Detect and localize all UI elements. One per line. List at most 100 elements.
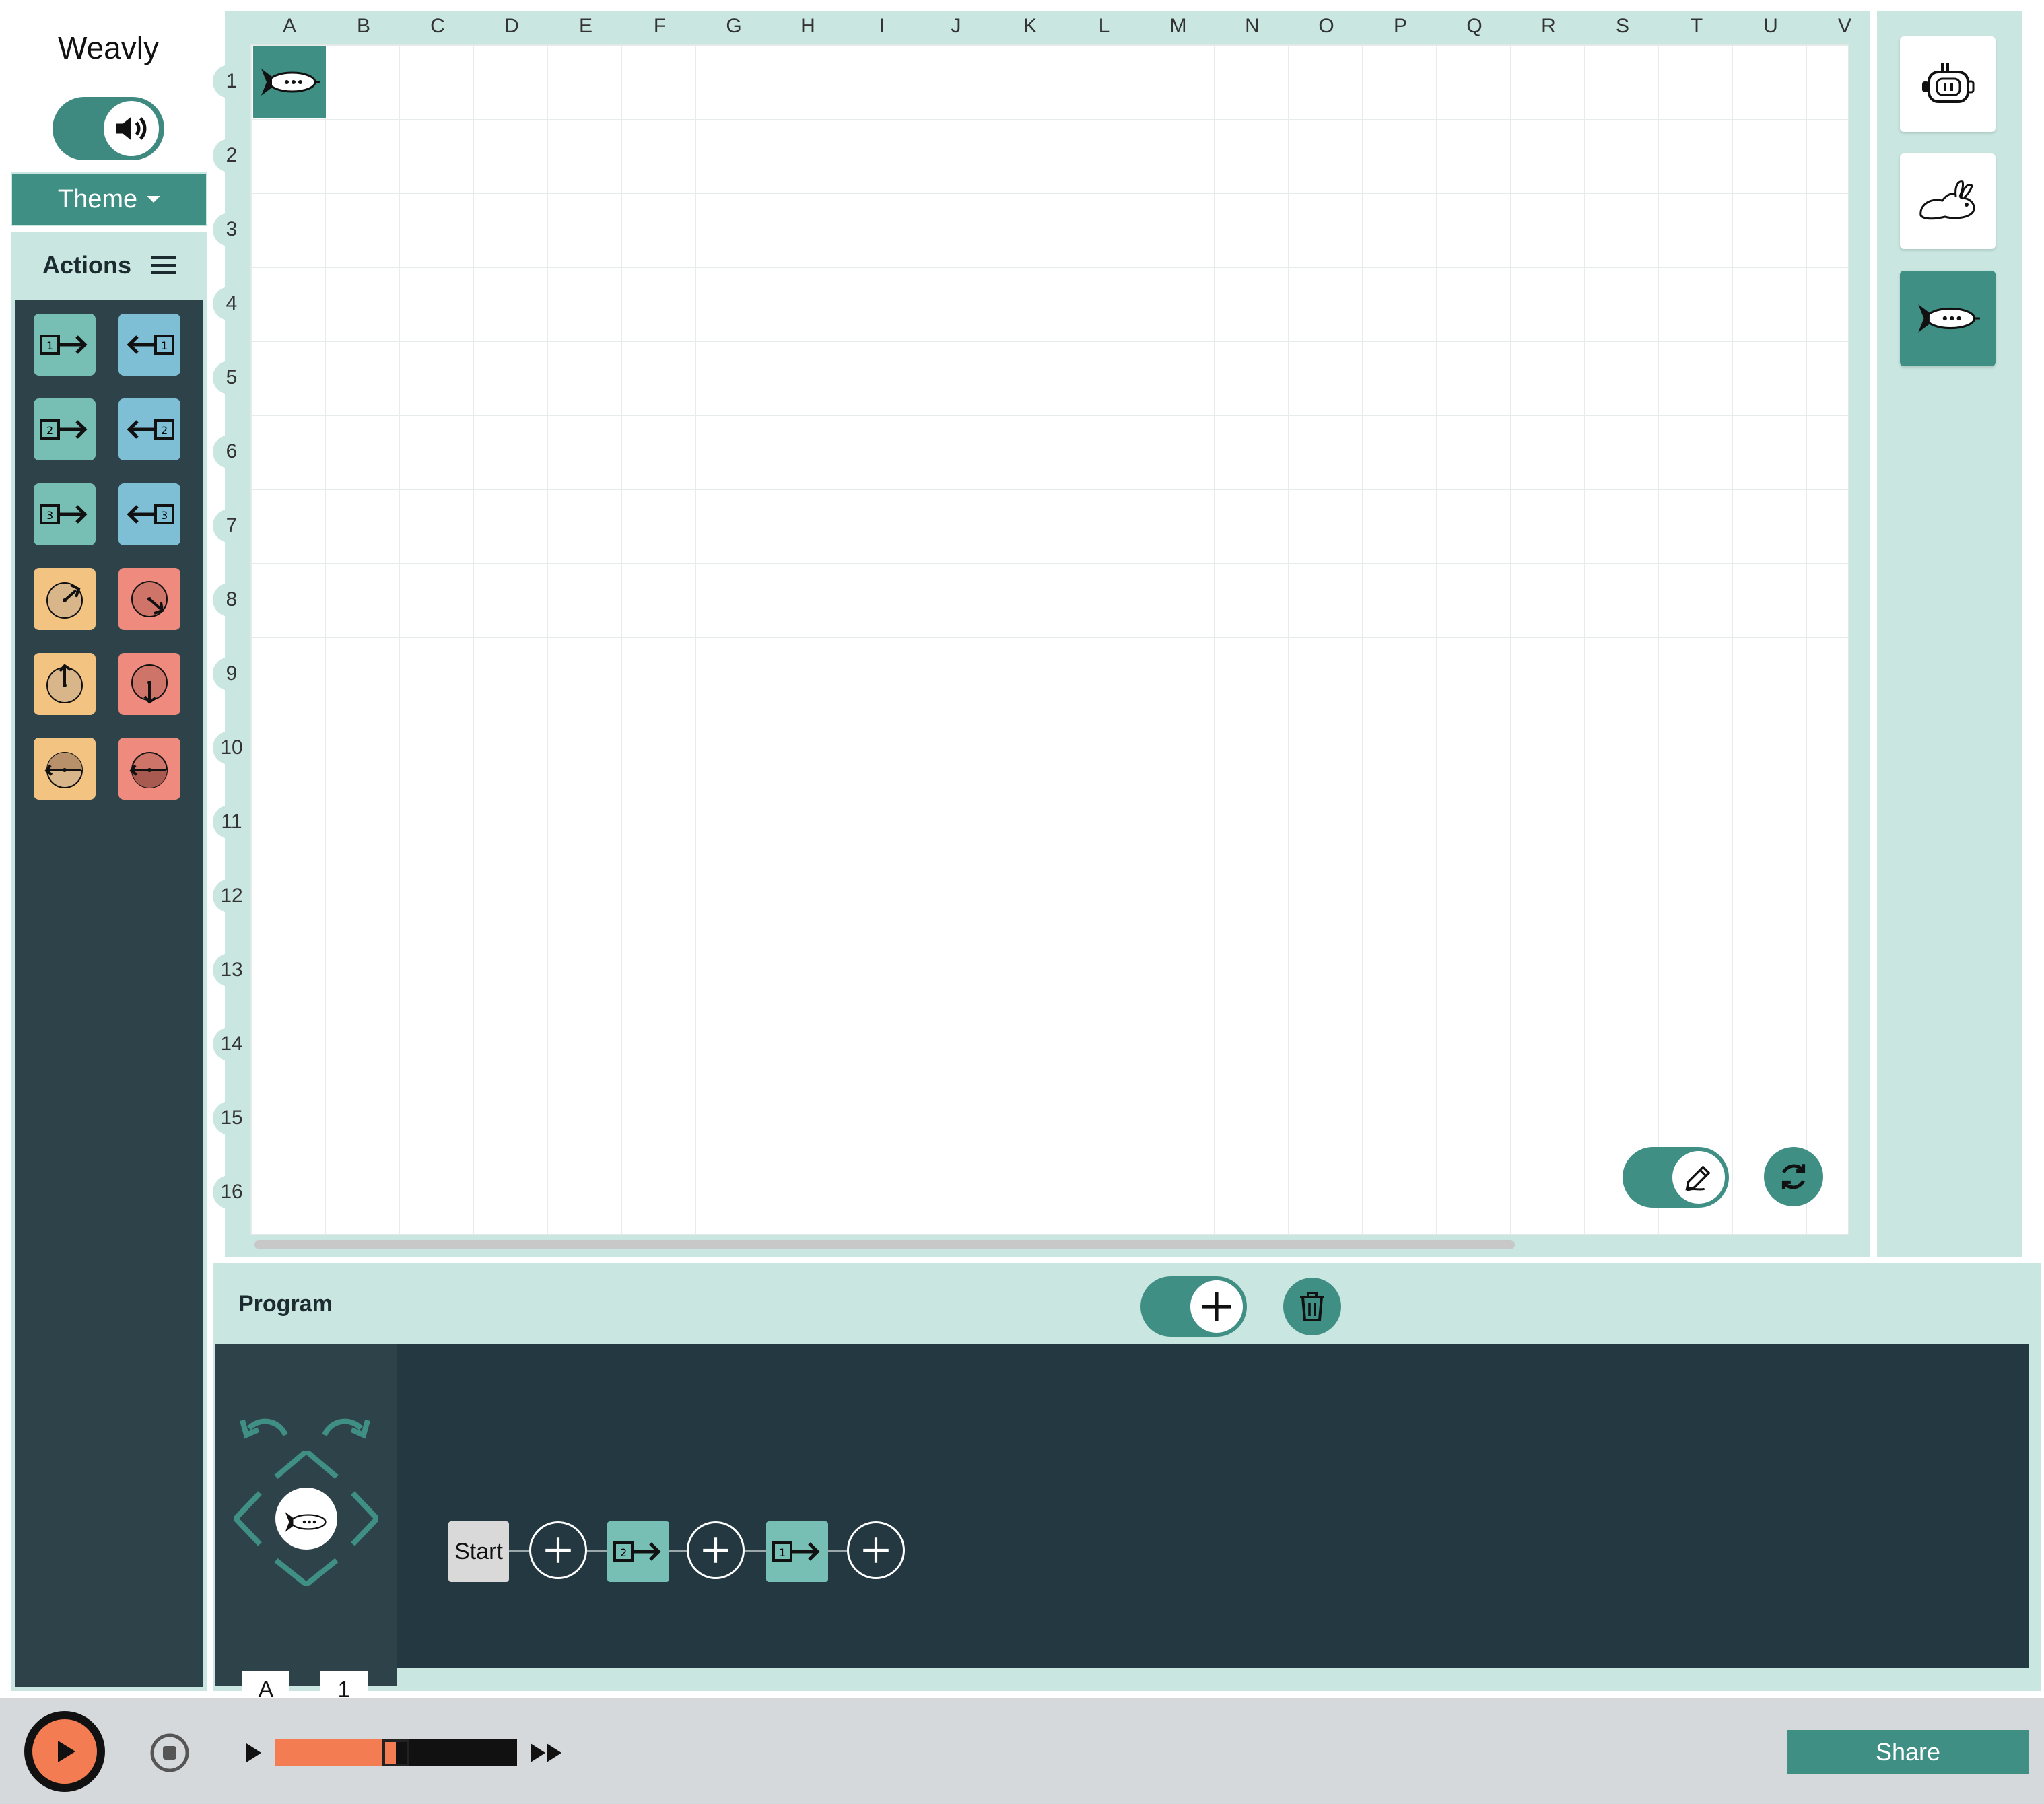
svg-text:2: 2 xyxy=(46,424,53,437)
rabbit-icon xyxy=(1919,180,1975,220)
turn-right-180-icon xyxy=(129,752,168,788)
program-step-move-forward-2[interactable]: 2 xyxy=(607,1521,669,1582)
rocket-icon xyxy=(261,69,320,96)
column-label-m: M xyxy=(1161,15,1195,38)
svg-text:1: 1 xyxy=(46,339,53,352)
column-label-s: S xyxy=(1606,15,1639,38)
robot-on-grid[interactable] xyxy=(253,46,326,118)
move-forward-3-icon: 3 xyxy=(40,504,88,524)
pencil-icon xyxy=(1672,1151,1725,1204)
move-forward-1-button[interactable]: 1 xyxy=(34,314,96,376)
row-label-12: 12 xyxy=(213,879,250,913)
row-label-13: 13 xyxy=(213,953,250,987)
program-canvas[interactable] xyxy=(397,1344,2029,1668)
column-label-l: L xyxy=(1087,15,1121,38)
move-backward-1-button[interactable]: 1 xyxy=(118,314,180,376)
add-step-button[interactable] xyxy=(687,1521,745,1579)
edit-mode-toggle[interactable] xyxy=(1623,1147,1729,1208)
stop-button[interactable] xyxy=(149,1733,190,1773)
svg-text:1: 1 xyxy=(779,1546,786,1559)
theme-dropdown-button[interactable]: Theme xyxy=(11,172,207,226)
column-label-r: R xyxy=(1532,15,1565,38)
turn-right-45-icon xyxy=(131,581,168,617)
move-forward-2-button[interactable]: 2 xyxy=(34,398,96,460)
caret-down-icon xyxy=(147,196,161,203)
speed-slider[interactable] xyxy=(275,1739,517,1766)
arrow-right-icon xyxy=(351,1491,378,1546)
column-label-j: J xyxy=(939,15,973,38)
rotate-left-icon[interactable] xyxy=(238,1411,292,1445)
plus-icon xyxy=(863,1537,889,1563)
move-backward-2-button[interactable]: 2 xyxy=(118,398,180,460)
arrow-down-icon xyxy=(274,1558,339,1586)
plus-icon xyxy=(1190,1280,1243,1333)
share-button[interactable]: Share xyxy=(1787,1730,2029,1774)
column-label-c: C xyxy=(421,15,454,38)
grid-horizontal-scrollbar[interactable] xyxy=(254,1240,1515,1249)
step-forward-icon xyxy=(246,1743,261,1762)
turn-left-180-button[interactable] xyxy=(34,738,96,800)
turn-right-45-button[interactable] xyxy=(118,568,180,630)
row-label-4: 4 xyxy=(213,287,250,320)
character-robot-button[interactable] xyxy=(1900,36,1996,132)
program-step-move-forward-1[interactable]: 1 xyxy=(766,1521,828,1582)
svg-text:3: 3 xyxy=(161,509,168,522)
turn-right-90-button[interactable] xyxy=(118,653,180,715)
actions-header[interactable]: Actions xyxy=(11,232,207,299)
row-label-5: 5 xyxy=(213,361,250,394)
arrow-up-icon xyxy=(274,1451,339,1480)
reset-button[interactable] xyxy=(1764,1147,1823,1206)
column-label-p: P xyxy=(1384,15,1417,38)
connector-line xyxy=(669,1550,687,1552)
character-selector xyxy=(1877,11,2022,1257)
actions-header-label: Actions xyxy=(42,251,131,279)
svg-text:3: 3 xyxy=(46,509,53,522)
program-panel: Program A 1 xyxy=(213,1263,2041,1708)
connector-line xyxy=(587,1550,607,1552)
column-label-a: A xyxy=(273,15,306,38)
refresh-icon xyxy=(1781,1164,1806,1189)
fast-forward-button[interactable] xyxy=(528,1739,566,1766)
play-button[interactable] xyxy=(24,1711,105,1792)
step-button[interactable] xyxy=(240,1739,267,1766)
add-step-button[interactable] xyxy=(529,1521,587,1579)
program-start-controls: A 1 xyxy=(215,1344,397,1708)
column-label-n: N xyxy=(1235,15,1269,38)
rotate-right-icon[interactable] xyxy=(318,1411,372,1445)
move-backward-3-button[interactable]: 3 xyxy=(118,483,180,545)
character-rabbit-button[interactable] xyxy=(1900,153,1996,249)
stop-icon xyxy=(150,1733,189,1772)
theme-button-label: Theme xyxy=(57,184,138,213)
column-label-e: E xyxy=(569,15,603,38)
game-grid[interactable] xyxy=(250,44,1849,1235)
speed-slider-thumb[interactable] xyxy=(382,1739,409,1766)
turn-left-90-button[interactable] xyxy=(34,653,96,715)
column-label-u: U xyxy=(1754,15,1787,38)
move-forward-3-button[interactable]: 3 xyxy=(34,483,96,545)
fast-forward-icon xyxy=(531,1743,561,1762)
add-step-button[interactable] xyxy=(847,1521,905,1579)
row-label-16: 16 xyxy=(213,1175,250,1209)
add-program-toggle[interactable] xyxy=(1140,1276,1247,1337)
delete-program-button[interactable] xyxy=(1283,1278,1341,1335)
plus-icon xyxy=(545,1537,571,1563)
connector-line xyxy=(745,1550,766,1552)
plus-icon xyxy=(703,1537,728,1563)
play-icon xyxy=(32,1719,97,1784)
direction-pad[interactable] xyxy=(234,1451,378,1586)
trash-icon xyxy=(1300,1292,1324,1321)
rocket-icon xyxy=(1918,304,1980,333)
column-label-h: H xyxy=(791,15,825,38)
move-forward-2-icon: 2 xyxy=(40,419,88,440)
row-label-8: 8 xyxy=(213,583,250,617)
sound-toggle[interactable] xyxy=(53,97,164,160)
turn-left-45-button[interactable] xyxy=(34,568,96,630)
move-backward-1-icon: 1 xyxy=(127,335,174,355)
move-forward-1-icon: 1 xyxy=(772,1541,820,1562)
turn-right-180-button[interactable] xyxy=(118,738,180,800)
program-start-block[interactable]: Start xyxy=(448,1521,509,1582)
row-label-7: 7 xyxy=(213,509,250,543)
column-label-q: Q xyxy=(1458,15,1491,38)
character-rocket-button[interactable] xyxy=(1900,271,1996,366)
move-forward-2-icon: 2 xyxy=(613,1541,661,1562)
